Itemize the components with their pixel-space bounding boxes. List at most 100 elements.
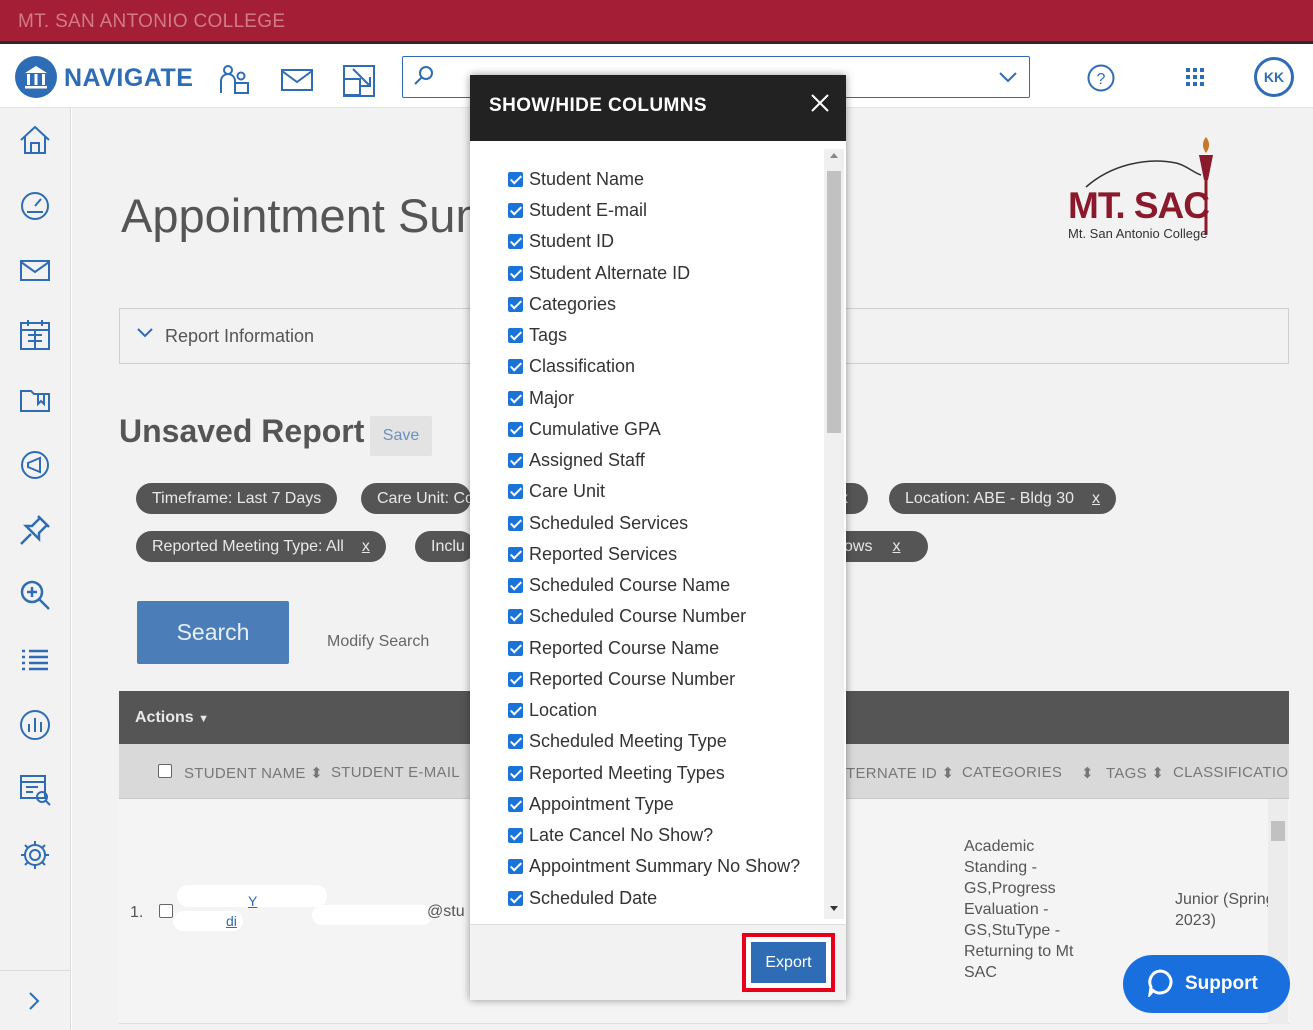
analytics-icon[interactable] [18,708,52,742]
checkbox-checked[interactable] [508,202,523,218]
checkbox-checked[interactable] [508,890,523,906]
column-option[interactable]: Scheduled Course Name [508,575,730,595]
home-icon[interactable] [18,123,52,157]
export-button[interactable]: Export [751,942,826,983]
support-button[interactable]: Support [1123,955,1290,1013]
column-header-tags[interactable]: TAGS ⬍ [1106,764,1164,782]
zoom-search-icon[interactable] [18,578,52,612]
filter-remove-button[interactable]: x [892,538,900,555]
checkbox-checked[interactable] [508,452,523,468]
list-icon[interactable] [18,643,52,677]
checkbox-checked[interactable] [508,640,523,656]
column-header-student-email[interactable]: STUDENT E-MAIL [331,764,460,781]
scrollbar-thumb[interactable] [1271,821,1285,841]
report-search-icon[interactable] [18,773,52,807]
apps-grid-icon[interactable] [1186,68,1204,91]
column-option[interactable]: Appointment Summary No Show? [508,856,800,876]
checkbox-checked[interactable] [508,483,523,499]
select-all-checkbox[interactable] [158,764,172,778]
checkbox-checked[interactable] [508,390,523,406]
folder-icon[interactable] [18,383,52,417]
filter-chip-care-unit[interactable]: Care Unit: Co [361,483,471,514]
user-avatar[interactable]: KK [1254,57,1294,97]
filter-remove-button[interactable]: x [1092,490,1100,507]
checkbox-checked[interactable] [508,265,523,281]
filter-chip-reported-meeting-type[interactable]: Reported Meeting Type: All x [136,531,386,562]
column-option[interactable]: Care Unit [508,481,605,501]
resize-icon[interactable] [343,65,375,102]
checkbox-checked[interactable] [508,327,523,343]
column-option[interactable]: Scheduled Meeting Type [508,731,727,751]
app-name[interactable]: NAVIGATE [64,64,193,93]
column-option[interactable]: Location [508,700,597,720]
checkbox-checked[interactable] [508,702,523,718]
checkbox-checked[interactable] [508,827,523,843]
chevron-down-icon[interactable] [999,71,1017,83]
checkbox-checked[interactable] [508,171,523,187]
column-option[interactable]: Cumulative GPA [508,419,661,439]
checkbox-checked[interactable] [508,671,523,687]
filter-chip-timeframe[interactable]: Timeframe: Last 7 Days [136,483,338,514]
people-icon[interactable] [218,63,250,100]
checkbox-checked[interactable] [508,796,523,812]
filter-remove-button[interactable]: x [362,538,370,555]
column-option[interactable]: Student Name [508,169,644,189]
row-checkbox[interactable] [159,904,173,918]
filter-chip-location[interactable]: Location: ABE - Bldg 30 x [889,483,1116,514]
pin-icon[interactable] [18,513,52,547]
scroll-down-arrow-icon[interactable] [830,906,838,911]
column-option[interactable]: Scheduled Services [508,513,688,533]
chevron-right-icon[interactable] [28,991,40,1011]
save-report-button[interactable]: Save [370,416,432,456]
scrollbar-thumb[interactable] [827,171,841,433]
navigate-logo-icon[interactable] [15,56,57,98]
chevron-down-icon[interactable] [137,327,153,339]
checkbox-checked[interactable] [508,233,523,249]
column-header-categories[interactable]: CATEGORIES [962,764,1062,781]
column-option[interactable]: Tags [508,325,567,345]
checkbox-checked[interactable] [508,765,523,781]
column-option[interactable]: Reported Meeting Types [508,763,725,783]
student-name-link[interactable]: di [226,911,237,932]
column-option[interactable]: Appointment Type [508,794,674,814]
mail-icon[interactable] [281,68,313,97]
modify-search-link[interactable]: Modify Search [327,633,429,651]
column-option[interactable]: Reported Services [508,544,677,564]
close-icon[interactable] [810,93,830,113]
messages-icon[interactable] [18,253,52,287]
checkbox-checked[interactable] [508,858,523,874]
column-option[interactable]: Reported Course Name [508,638,719,658]
column-option[interactable]: Student E-mail [508,200,647,220]
checkbox-checked[interactable] [508,358,523,374]
checkbox-checked[interactable] [508,515,523,531]
checkbox-checked[interactable] [508,421,523,437]
calendar-icon[interactable] [18,318,52,352]
settings-gear-icon[interactable] [18,838,52,872]
dashboard-gauge-icon[interactable] [18,188,52,222]
column-option[interactable]: Categories [508,294,616,314]
column-option[interactable]: Classification [508,356,635,376]
column-option[interactable]: Student Alternate ID [508,263,690,283]
column-header-student-name[interactable]: STUDENT NAME ⬍ [184,764,323,782]
checkbox-checked[interactable] [508,733,523,749]
checkbox-checked[interactable] [508,546,523,562]
student-name-link[interactable]: Y [248,891,257,912]
checkbox-checked[interactable] [508,296,523,312]
column-header-alternate-id[interactable]: TERNATE ID ⬍ [846,764,954,782]
column-option[interactable]: Reported Course Number [508,669,735,689]
column-option[interactable]: Late Cancel No Show? [508,825,713,845]
checkbox-checked[interactable] [508,608,523,624]
sort-icon[interactable]: ⬍ [1081,764,1094,782]
column-option[interactable]: Scheduled Date [508,888,657,908]
column-option[interactable]: Major [508,388,574,408]
actions-dropdown[interactable]: Actions ▼ [135,709,209,727]
column-option[interactable]: Student ID [508,231,614,251]
column-option[interactable]: Assigned Staff [508,450,645,470]
scroll-up-arrow-icon[interactable] [830,153,838,158]
modal-scrollbar[interactable] [824,149,844,919]
help-icon[interactable]: ? [1087,64,1115,97]
filter-chip-include[interactable]: Inclu [415,531,475,562]
campaign-icon[interactable] [18,448,52,482]
checkbox-checked[interactable] [508,577,523,593]
column-option[interactable]: Scheduled Course Number [508,606,746,626]
